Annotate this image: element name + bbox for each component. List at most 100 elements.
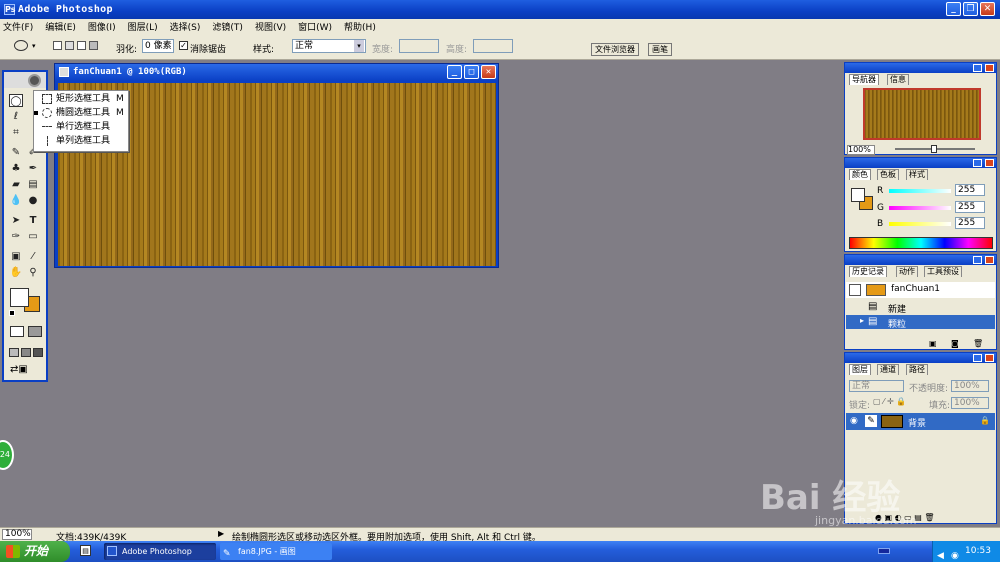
keyboard-tray-icon[interactable] [878, 548, 890, 554]
screen-mode-standard-icon[interactable] [9, 348, 19, 357]
gradient-tool-icon[interactable]: ▤ [26, 178, 40, 191]
tab-actions[interactable]: 动作 [896, 266, 918, 277]
task-photoshop[interactable]: Adobe Photoshop [104, 543, 216, 560]
color-spectrum-ramp[interactable] [849, 237, 993, 249]
type-tool-icon[interactable]: T [26, 214, 40, 227]
panel-close-button[interactable] [985, 64, 994, 72]
toolbox-header[interactable] [4, 72, 46, 88]
default-colors-icon[interactable] [9, 310, 15, 316]
add-selection-icon[interactable] [65, 41, 74, 50]
panel-header[interactable] [845, 158, 996, 168]
lock-icons[interactable]: ▢ ⁄ ✛ 🔒 [873, 397, 906, 406]
restore-button[interactable]: ❐ [963, 2, 978, 16]
minimize-button[interactable]: _ [946, 2, 961, 16]
panel-close-button[interactable] [985, 159, 994, 167]
style-select[interactable]: 正常 ▾ [292, 39, 366, 53]
history-brush-icon[interactable]: ✒ [26, 162, 40, 175]
panel-minimize-button[interactable] [973, 159, 982, 167]
history-item[interactable]: ▤ 新建 [846, 300, 995, 315]
tab-info[interactable]: 信息 [887, 74, 909, 85]
tab-tool-presets[interactable]: 工具预设 [924, 266, 962, 277]
eyedropper-tool-icon[interactable]: ⁄ [26, 250, 40, 263]
color-fg-swatch[interactable] [851, 188, 865, 202]
play-arrow-icon[interactable]: ▶ [218, 529, 224, 538]
ellipse-preset-icon[interactable] [14, 40, 28, 51]
menu-window[interactable]: 窗口(W) [298, 20, 332, 33]
panel-close-button[interactable] [985, 354, 994, 362]
intersect-selection-icon[interactable] [89, 41, 98, 50]
screen-mode-menu-icon[interactable] [21, 348, 31, 357]
channel-b-slider[interactable] [889, 222, 951, 226]
close-button[interactable]: ✕ [980, 2, 995, 16]
tab-paths[interactable]: 路径 [906, 364, 928, 375]
eye-icon[interactable]: ◉ [850, 416, 858, 426]
opacity-input[interactable]: 100% [951, 380, 989, 392]
stamp-tool-icon[interactable]: ♣ [9, 162, 23, 175]
channel-r-input[interactable]: 255 [955, 184, 985, 196]
history-brush-source-icon[interactable] [849, 284, 861, 296]
panel-close-button[interactable] [985, 256, 994, 264]
flyout-item-ellipse-marquee[interactable]: 椭圆选框工具 M [34, 106, 128, 120]
history-item-selected[interactable]: ▸ ▤ 颗粒 [846, 315, 995, 330]
network-icon[interactable]: ◉ [951, 546, 959, 562]
clock[interactable]: 10:53 [965, 546, 991, 556]
menu-filter[interactable]: 滤镜(T) [212, 20, 243, 33]
standard-mode-icon[interactable] [10, 326, 24, 337]
paintbrush-icon[interactable]: ✎ [865, 415, 877, 427]
task-paint[interactable]: ✎ fan8.JPG - 画图 [220, 543, 332, 560]
new-selection-icon[interactable] [53, 41, 62, 50]
healing-brush-icon[interactable]: ✎ [9, 146, 23, 159]
tab-color[interactable]: 颜色 [849, 169, 871, 180]
tab-navigator[interactable]: 导航器 [849, 74, 879, 85]
lasso-tool-icon[interactable]: ℓ [9, 110, 23, 123]
brushes-tab[interactable]: 画笔 [648, 43, 672, 56]
start-button[interactable]: 开始 [0, 541, 70, 562]
menu-edit[interactable]: 编辑(E) [45, 20, 76, 33]
tab-history[interactable]: 历史记录 [849, 266, 887, 277]
chevron-down-icon[interactable]: ▾ [354, 40, 364, 52]
menu-layer[interactable]: 图层(L) [128, 20, 158, 33]
feather-input[interactable]: 0 像素 [142, 39, 174, 53]
eraser-tool-icon[interactable]: ▰ [9, 178, 23, 191]
app-title-bar[interactable]: Ps Adobe Photoshop _ ❐ ✕ [0, 0, 1000, 19]
pen-tool-icon[interactable]: ✑ [9, 230, 23, 243]
chevron-down-icon[interactable]: ▾ [32, 42, 36, 50]
crop-tool-icon[interactable]: ⌗ [9, 126, 23, 139]
tab-layers[interactable]: 图层 [849, 364, 871, 375]
channel-g-input[interactable]: 255 [955, 201, 985, 213]
zoom-tool-icon[interactable]: ⚲ [26, 266, 40, 279]
height-input[interactable] [473, 39, 513, 53]
flyout-item-rect-marquee[interactable]: 矩形选框工具 M [36, 92, 128, 106]
navigator-zoom-field[interactable]: 100% [847, 145, 875, 155]
channel-r-slider[interactable] [889, 189, 951, 193]
floating-badge[interactable]: 24 [0, 440, 14, 470]
flyout-item-single-column[interactable]: 单列选框工具 [36, 134, 128, 148]
fill-input[interactable]: 100% [951, 397, 989, 409]
subtract-selection-icon[interactable] [77, 41, 86, 50]
menu-view[interactable]: 视图(V) [255, 20, 286, 33]
menu-select[interactable]: 选择(S) [170, 20, 201, 33]
panel-header[interactable] [845, 255, 996, 265]
tab-channels[interactable]: 通道 [877, 364, 899, 375]
jump-to-imageready-icon[interactable]: ⇄▣ [10, 364, 42, 376]
doc-minimize-button[interactable]: _ [447, 65, 462, 79]
panel-minimize-button[interactable] [973, 64, 982, 72]
new-document-from-state-icon[interactable]: ▣ [929, 339, 937, 348]
status-zoom-field[interactable]: 100% [2, 529, 32, 540]
channel-b-input[interactable]: 255 [955, 217, 985, 229]
tab-swatches[interactable]: 色板 [877, 169, 899, 180]
history-snapshot-row[interactable]: fanChuan1 [846, 282, 995, 298]
document-title-bar[interactable]: fanChuan1 @ 100%(RGB) _ □ ✕ [55, 64, 498, 81]
show-desktop-icon[interactable]: ▤ [80, 545, 91, 556]
navigator-thumbnail[interactable] [863, 88, 981, 140]
dodge-tool-icon[interactable]: ● [26, 194, 40, 207]
menu-file[interactable]: 文件(F) [3, 20, 33, 33]
new-snapshot-icon[interactable]: ◙ [951, 339, 959, 348]
panel-minimize-button[interactable] [973, 256, 982, 264]
channel-g-slider[interactable] [889, 206, 951, 210]
blend-mode-select[interactable]: 正常 [849, 380, 904, 392]
eye-logo-icon[interactable] [28, 74, 41, 87]
width-input[interactable] [399, 39, 439, 53]
tray-arrow-icon[interactable]: ◀ [937, 546, 944, 562]
layer-row[interactable]: ◉ ✎ 背景 🔒 [846, 413, 995, 430]
